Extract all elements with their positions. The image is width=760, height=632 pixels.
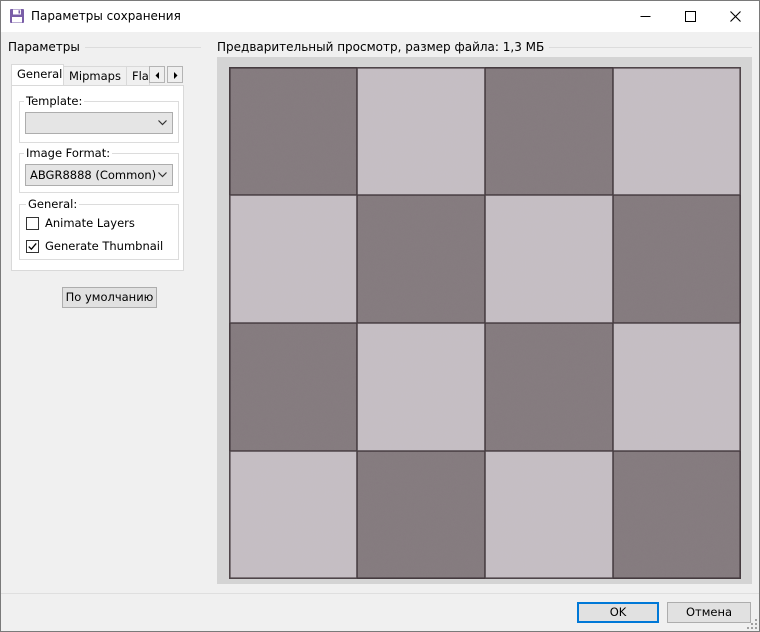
defaults-button[interactable]: По умолчанию: [62, 287, 157, 308]
defaults-button-label: По умолчанию: [65, 290, 154, 304]
parameters-header-label: Параметры: [8, 40, 85, 54]
ok-button-label: OK: [609, 605, 627, 619]
tab-general[interactable]: General: [11, 64, 64, 85]
image-format-legend: Image Format:: [24, 146, 113, 160]
arrow-right-icon: [174, 72, 178, 79]
generate-thumbnail-label: Generate Thumbnail: [45, 239, 164, 253]
chevron-down-icon: [158, 172, 167, 178]
cancel-button[interactable]: Отмена: [667, 602, 751, 623]
maximize-button[interactable]: [668, 1, 713, 32]
generate-thumbnail-checkbox[interactable]: [26, 240, 39, 253]
preview-header-label: Предварительный просмотр, размер файла: …: [217, 40, 550, 54]
footer-separator: [1, 593, 759, 594]
save-options-dialog: Параметры сохранения Параметры General M…: [0, 0, 760, 632]
animate-layers-label: Animate Layers: [45, 216, 135, 230]
template-legend: Template:: [24, 94, 85, 108]
template-select[interactable]: [25, 112, 173, 134]
cancel-button-label: Отмена: [685, 605, 733, 619]
general-legend: General:: [26, 197, 80, 211]
tab-general-label: General: [17, 67, 63, 81]
tab-mipmaps[interactable]: Mipmaps: [63, 66, 127, 85]
minimize-icon: [640, 16, 651, 17]
arrow-left-icon: [155, 72, 159, 79]
minimize-button[interactable]: [623, 1, 668, 32]
image-format-select[interactable]: ABGR8888 (Common): [25, 164, 173, 186]
parameters-header: Параметры: [8, 40, 201, 56]
tab-scroll-left-button[interactable]: [149, 66, 165, 83]
tab-flags-label: Fla: [132, 69, 149, 83]
window-title: Параметры сохранения: [31, 9, 181, 23]
floppy-disk-icon: [9, 8, 25, 24]
animate-layers-option[interactable]: Animate Layers: [26, 216, 176, 232]
preview-area: [217, 57, 752, 584]
animate-layers-checkbox[interactable]: [26, 217, 39, 230]
title-bar: Параметры сохранения: [1, 1, 759, 32]
chevron-down-icon: [158, 120, 167, 126]
close-icon: [730, 11, 741, 22]
image-format-value: ABGR8888 (Common): [30, 168, 157, 182]
stone-tile-texture: [229, 67, 741, 579]
close-button[interactable]: [713, 1, 758, 32]
ok-button[interactable]: OK: [577, 602, 659, 623]
tab-mipmaps-label: Mipmaps: [69, 69, 121, 83]
generate-thumbnail-option[interactable]: Generate Thumbnail: [26, 239, 176, 255]
maximize-icon: [685, 11, 696, 22]
tab-scroll-right-button[interactable]: [167, 66, 183, 83]
checkmark-icon: [28, 242, 37, 251]
resize-grip-icon[interactable]: [747, 619, 757, 629]
preview-header: Предварительный просмотр, размер файла: …: [217, 40, 752, 56]
tab-flags[interactable]: Fla: [126, 66, 150, 85]
